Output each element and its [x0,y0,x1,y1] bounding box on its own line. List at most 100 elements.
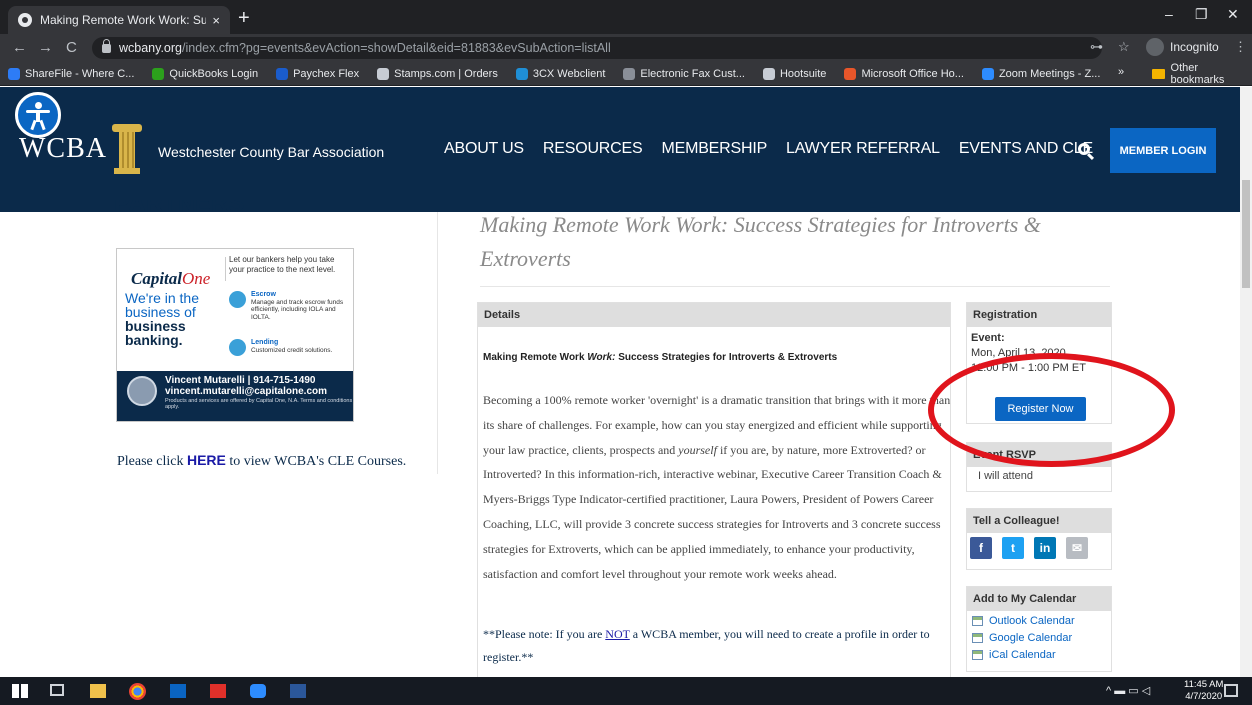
bookmark-label: Stamps.com | Orders [394,67,498,80]
share-heading: Tell a Colleague! [967,509,1111,533]
column-divider [437,212,438,474]
chrome-icon[interactable] [129,683,146,700]
file-explorer-icon[interactable] [90,684,106,698]
task-view-icon[interactable] [50,684,64,696]
bookmark-label: Microsoft Office Ho... [861,67,964,80]
close-window-icon[interactable]: ✕ [1227,6,1239,23]
ad-contact-line2: vincent.mutarelli@capitalone.com [165,386,328,397]
windows-start-icon[interactable] [12,684,28,698]
system-tray-icons[interactable]: ^ ▬ ▭ ◁ [1106,684,1150,697]
nav-about-us[interactable]: ABOUT US [444,140,524,158]
key-icon[interactable]: ⊶ [1090,39,1103,55]
taskbar-clock[interactable]: 11:45 AM 4/7/2020 [1184,679,1223,703]
maximize-icon[interactable]: ❐ [1195,6,1208,23]
capital-one-logo: CapitalOne [131,269,211,288]
notifications-icon[interactable] [1224,684,1238,697]
lock-icon [102,38,111,53]
bookmarks-overflow-icon[interactable]: » [1118,66,1124,78]
ad-contact-line1: Vincent Mutarelli | 914-715-1490 [165,375,316,386]
page-scrollbar[interactable] [1240,87,1252,677]
bookmark-item[interactable]: QuickBooks Login [152,67,258,80]
capital-one-ad[interactable]: CapitalOne Let our bankers help you take… [116,248,354,422]
bookmark-item[interactable]: Electronic Fax Cust... [623,67,745,80]
incognito-indicator[interactable]: Incognito [1146,38,1219,56]
bookmark-item[interactable]: Stamps.com | Orders [377,67,498,80]
bookmark-label: Hootsuite [779,67,827,80]
forward-arrow-icon[interactable]: → [38,39,53,56]
bookmark-label: ShareFile - Where C... [25,67,135,80]
address-bar[interactable]: wcbany.org /index.cfm?pg=events&evAction… [92,37,1102,59]
calendar-icon [972,633,983,643]
bookmark-label: Electronic Fax Cust... [640,67,745,80]
details-body: Becoming a 100% remote worker 'overnight… [483,393,951,581]
partners-heading: PARTNERS [114,200,245,214]
url-path: /index.cfm?pg=events&evAction=showDetail… [182,41,611,55]
linkedin-icon[interactable]: in [1034,537,1056,559]
nav-lawyer-referral[interactable]: LAWYER REFERRAL [786,140,940,158]
bookmark-favicon-icon [844,67,857,80]
title-divider [480,286,1110,287]
ad-contact-banner: Vincent Mutarelli | 914-715-1490 vincent… [117,371,353,421]
other-bookmarks-label: Other bookmarks [1170,62,1225,86]
browser-menu-icon[interactable]: ⋮ [1234,39,1247,55]
escrow-icon [229,291,246,308]
ad-headline: We're in the business of business bankin… [125,290,200,348]
bookmark-item[interactable]: Zoom Meetings - Z... [981,67,1100,80]
bookmark-favicon-icon [276,67,289,80]
bookmark-item[interactable]: 3CX Webclient [515,67,605,80]
new-tab-button[interactable]: + [238,8,250,28]
ad-feature-escrow: Escrow Manage and track escrow funds effi… [229,291,347,321]
back-arrow-icon[interactable]: ← [12,39,27,56]
url-host: wcbany.org [119,41,182,55]
event-label: Event: [971,332,1005,344]
cle-courses-line: Please click HERE to view WCBA's CLE Cou… [117,452,407,469]
calendar-icon [972,616,983,626]
avatar [127,376,157,406]
word-icon[interactable] [290,684,306,698]
search-icon[interactable] [1078,143,1095,161]
browser-tab-bar: Making Remote Work Work: Suc × + – ❐ ✕ [0,0,1252,34]
reload-icon[interactable]: C [66,39,77,56]
bookmark-item[interactable]: ShareFile - Where C... [8,67,135,80]
other-bookmarks[interactable]: Other bookmarks [1152,62,1252,86]
event-title: Making Remote Work Work: Success Strateg… [480,212,1041,271]
bookmark-favicon-icon [623,67,636,80]
rsvp-option[interactable]: I will attend [978,470,1033,482]
scrollbar-thumb[interactable] [1242,180,1250,288]
nav-membership[interactable]: MEMBERSHIP [661,140,767,158]
bookmark-favicon-icon [515,67,528,80]
org-name[interactable]: Westchester County Bar Association [158,144,384,160]
member-login-button[interactable]: MEMBER LOGIN [1110,128,1216,173]
bookmark-item[interactable]: Hootsuite [762,67,827,80]
ad-tagline: Let our bankers help you take your pract… [229,255,336,274]
facebook-icon[interactable]: f [970,537,992,559]
nav-events-and-cle[interactable]: EVENTS AND CLE [959,140,1093,158]
nav-resources[interactable]: RESOURCES [543,140,643,158]
twitter-icon[interactable]: t [1002,537,1024,559]
not-link[interactable]: NOT [605,627,629,641]
outlook-icon[interactable] [170,684,186,698]
email-icon[interactable]: ✉ [1066,537,1088,559]
outlook-calendar-link[interactable]: Outlook Calendar [972,615,1075,627]
ad-fine-print: Products and services are offered by Cap… [165,398,353,410]
incognito-icon [1146,38,1164,56]
zoom-icon[interactable] [250,684,266,698]
wcba-logo[interactable]: WCBA [19,133,107,165]
bookmark-item[interactable]: Paychex Flex [276,67,360,80]
lending-icon [229,339,246,356]
acrobat-icon[interactable] [210,684,226,698]
ical-calendar-link[interactable]: iCal Calendar [972,649,1056,661]
non-member-note: **Please note: If you are NOT a WCBA mem… [483,627,930,664]
minimize-icon[interactable]: – [1165,6,1173,22]
details-heading: Details [478,303,950,327]
site-favicon-icon [18,13,32,27]
bookmark-item[interactable]: Microsoft Office Ho... [844,67,964,80]
bookmark-star-icon[interactable]: ☆ [1118,39,1130,55]
browser-tab[interactable]: Making Remote Work Work: Suc × [8,6,230,34]
accessibility-icon[interactable] [15,92,61,138]
tab-close-icon[interactable]: × [212,13,220,28]
google-calendar-link[interactable]: Google Calendar [972,632,1072,644]
bookmark-label: Paychex Flex [293,67,360,80]
cle-here-link[interactable]: HERE [187,452,226,468]
main-nav: ABOUT US RESOURCES MEMBERSHIP LAWYER REF… [444,140,1112,158]
